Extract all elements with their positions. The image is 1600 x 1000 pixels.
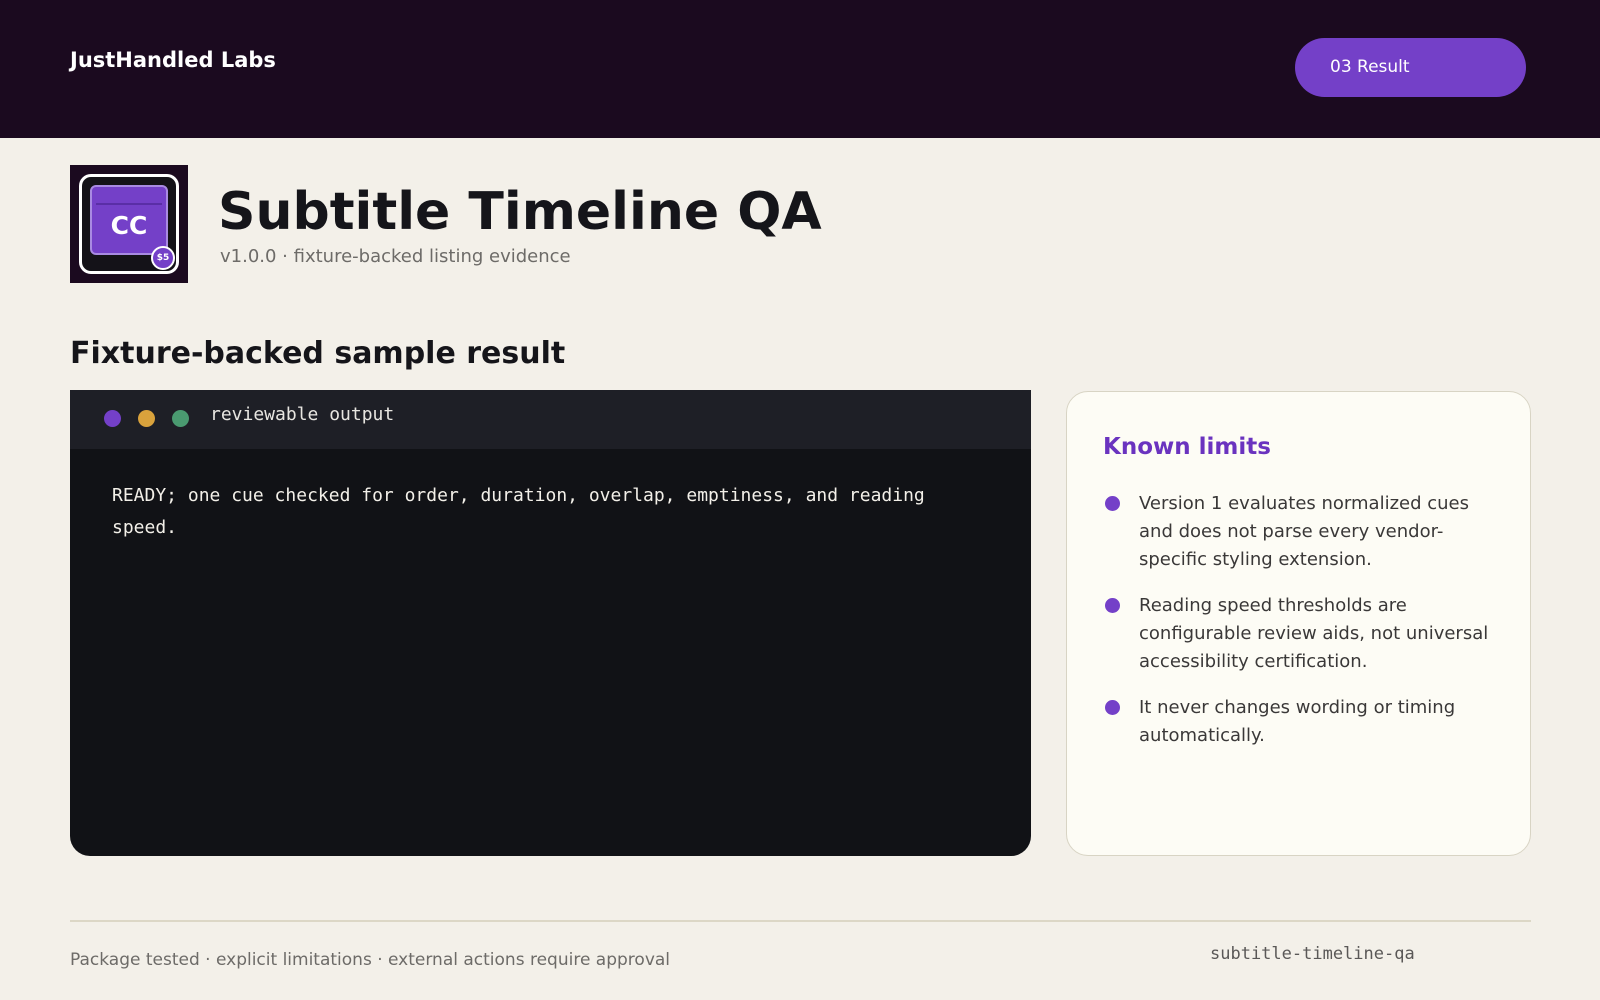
- package-slug: subtitle-timeline-qa: [1210, 944, 1415, 964]
- window-dot-green-icon: [172, 410, 189, 427]
- page-title: Subtitle Timeline QA: [218, 182, 822, 242]
- limit-text: Version 1 evaluates normalized cues and …: [1139, 493, 1470, 570]
- limit-text: It never changes wording or timing autom…: [1139, 697, 1456, 746]
- bullet-icon: [1105, 496, 1120, 511]
- step-result-button[interactable]: 03 Result: [1295, 38, 1526, 97]
- cc-icon-text: CC: [110, 211, 148, 240]
- known-limits-card: Known limits Version 1 evaluates normali…: [1066, 391, 1531, 856]
- app-icon: CC $5: [70, 165, 188, 283]
- top-bar: JustHandled Labs 03 Result: [0, 0, 1600, 138]
- window-dot-yellow-icon: [138, 410, 155, 427]
- bullet-icon: [1105, 700, 1120, 715]
- output-terminal: reviewable output READY; one cue checked…: [70, 390, 1031, 856]
- window-dot-purple-icon: [104, 410, 121, 427]
- version-subtitle: v1.0.0 · fixture-backed listing evidence: [220, 246, 571, 267]
- limit-text: Reading speed thresholds are configurabl…: [1139, 595, 1489, 672]
- footer-divider: [70, 920, 1531, 922]
- section-title: Fixture-backed sample result: [70, 336, 566, 371]
- price-badge: $5: [151, 246, 175, 270]
- caption-screen-icon: CC: [90, 185, 168, 255]
- terminal-title-bar: reviewable output: [70, 390, 1031, 449]
- terminal-output: READY; one cue checked for order, durati…: [112, 485, 925, 538]
- icon-bar: [96, 203, 162, 205]
- footer-note: Package tested · explicit limitations · …: [70, 950, 671, 970]
- limits-title: Known limits: [1103, 434, 1271, 460]
- terminal-label: reviewable output: [210, 404, 395, 425]
- bullet-icon: [1105, 598, 1120, 613]
- brand-name[interactable]: JustHandled Labs: [70, 48, 276, 72]
